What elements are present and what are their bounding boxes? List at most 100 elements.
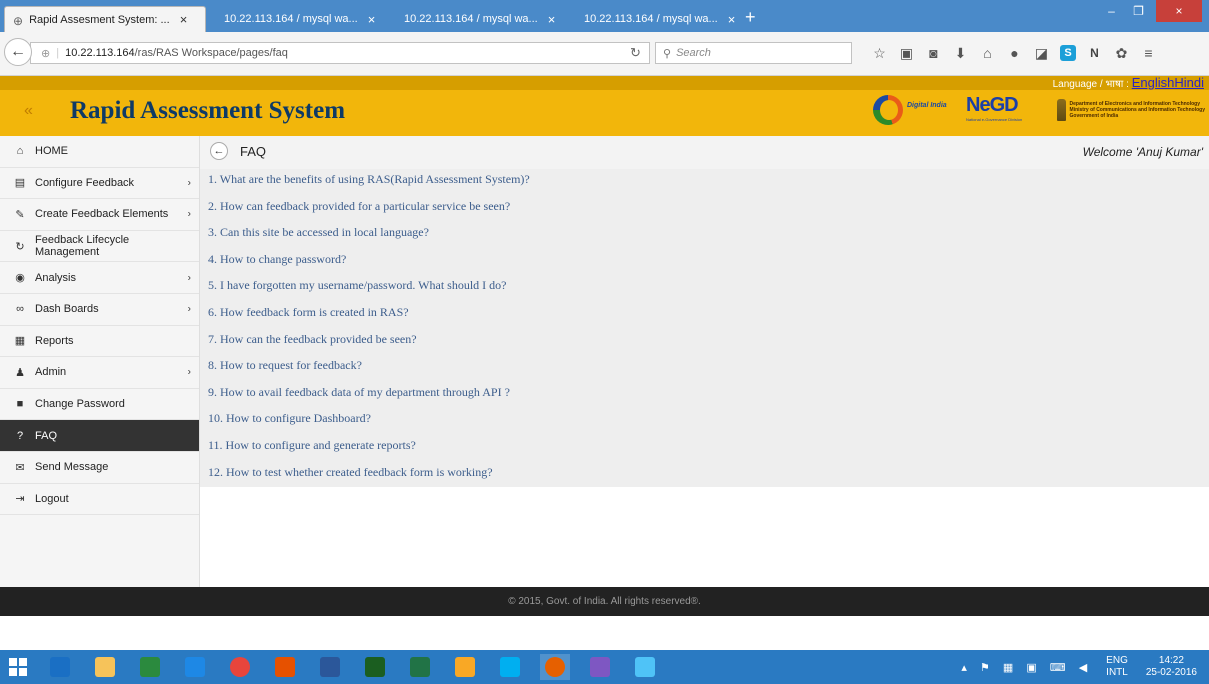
app-icon-2[interactable]: [360, 654, 390, 680]
close-tab-icon[interactable]: ×: [368, 12, 376, 27]
binoculars-icon: ∞: [16, 303, 24, 316]
app-icon[interactable]: [180, 654, 210, 680]
sidebar-item-logout[interactable]: ⇥ Logout: [0, 484, 199, 516]
faq-link[interactable]: 5. I have forgotten my username/password…: [208, 278, 507, 293]
firefox-icon[interactable]: [540, 654, 570, 680]
paint-icon[interactable]: [585, 654, 615, 680]
sidebar-item-label: Analysis: [35, 271, 76, 284]
faq-link[interactable]: 11. How to configure and generate report…: [208, 438, 416, 453]
excel-icon[interactable]: [405, 654, 435, 680]
sidebar-item-configure-feedback[interactable]: ▤ Configure Feedback ›: [0, 168, 199, 200]
browser-tab-mysql-1[interactable]: 10.22.113.164 / mysql wa... ×: [210, 6, 382, 32]
screenshot-icon[interactable]: ◪: [1028, 45, 1055, 61]
collapse-sidebar-icon[interactable]: «: [24, 102, 33, 120]
envelope-icon: ✉: [15, 461, 25, 474]
windows-taskbar: ▴ ⚑ ▦ ▣ ⌨ ◀ ENG INTL 14:22 25-02-2016: [0, 650, 1209, 684]
clock[interactable]: 14:22 25-02-2016: [1146, 655, 1197, 679]
faq-link[interactable]: 8. How to request for feedback?: [208, 358, 362, 373]
back-button[interactable]: ←: [4, 38, 32, 66]
chevron-right-icon: ›: [187, 208, 191, 220]
skype-icon[interactable]: [495, 654, 525, 680]
faq-link[interactable]: 4. How to change password?: [208, 252, 346, 267]
extension-icon[interactable]: ✿: [1108, 45, 1135, 61]
input-language[interactable]: ENG INTL: [1106, 655, 1128, 679]
faq-link[interactable]: 1. What are the benefits of using RAS(Ra…: [208, 172, 530, 187]
faq-link[interactable]: 2. How can feedback provided for a parti…: [208, 199, 510, 214]
bookmark-star-icon[interactable]: ☆: [866, 45, 893, 61]
sidebar-item-dash-boards[interactable]: ∞ Dash Boards ›: [0, 294, 199, 326]
sidebar-item-label: Admin: [35, 366, 67, 379]
browser-tab-mysql-2[interactable]: 10.22.113.164 / mysql wa... ×: [390, 6, 562, 32]
app-title: Rapid Assessment System: [70, 97, 346, 124]
sidebar-item-label: Reports: [35, 334, 74, 347]
word-icon[interactable]: [315, 654, 345, 680]
tray-icons[interactable]: ▴ ⚑ ▦ ▣ ⌨ ◀: [961, 661, 1092, 674]
faq-link[interactable]: 10. How to configure Dashboard?: [208, 411, 371, 426]
tab-title: Rapid Assesment System: ...: [29, 13, 170, 26]
apps-icon[interactable]: [450, 654, 480, 680]
language-links[interactable]: EnglishHindi: [1132, 75, 1204, 90]
digital-india-logo: Digital India: [873, 93, 948, 127]
download-icon[interactable]: ⬇: [947, 45, 974, 61]
sidebar-item-reports[interactable]: ▦ Reports: [0, 326, 199, 358]
minimize-button[interactable]: –: [1098, 0, 1125, 22]
sidebar-item-label: HOME: [35, 145, 68, 158]
chevron-right-icon: ›: [187, 366, 191, 378]
sidebar-item-faq[interactable]: ? FAQ: [0, 420, 199, 452]
sidebar-item-analysis[interactable]: ◉ Analysis ›: [0, 262, 199, 294]
page-header: ← FAQ Welcome 'Anuj Kumar': [200, 136, 1209, 169]
report-icon: ▦: [14, 335, 26, 348]
file-explorer-icon[interactable]: [90, 654, 120, 680]
faq-link[interactable]: 6. How feedback form is created in RAS?: [208, 305, 409, 320]
clock-date: 25-02-2016: [1145, 667, 1197, 678]
sidebar-item-admin[interactable]: ♟ Admin ›: [0, 357, 199, 389]
sidebar-item-home[interactable]: ⌂ HOME: [0, 136, 199, 168]
sidebar: ⌂ HOME ▤ Configure Feedback › ✎ Create Feedbac…: [0, 136, 200, 587]
faq-link[interactable]: 12. How to test whether created feedback…: [208, 465, 493, 480]
clock-time: 14:22: [1158, 655, 1184, 666]
language-label: Language / भाषा :: [1052, 79, 1129, 90]
language-bar: Language / भाषा : EnglishHindi: [0, 76, 1209, 90]
menu-icon[interactable]: ≡: [1135, 45, 1162, 61]
sidebar-item-label: Create Feedback Elements: [35, 208, 169, 221]
file-icon: ▤: [14, 177, 26, 190]
negd-subtitle: National e-Governance Division: [966, 117, 1023, 122]
url-bar[interactable]: ⊕ | 10.22.113.164 /ras/RAS Workspace/pag…: [30, 42, 650, 64]
sidebar-item-create-feedback-elements[interactable]: ✎ Create Feedback Elements ›: [0, 199, 199, 231]
sidebar-item-label: Change Password: [35, 398, 125, 411]
copyright-text: © 2015, Govt. of India. All rights reser…: [508, 596, 701, 607]
app-icon-3[interactable]: [630, 654, 660, 680]
close-tab-icon[interactable]: ×: [728, 12, 736, 27]
site-info-icon[interactable]: ⊕: [41, 47, 50, 60]
browser-tab-mysql-3[interactable]: 10.22.113.164 / mysql wa... ×: [570, 6, 736, 32]
store-icon[interactable]: [135, 654, 165, 680]
back-arrow-icon: ←: [213, 145, 225, 157]
reload-icon[interactable]: ↻: [630, 45, 641, 61]
close-window-button[interactable]: ×: [1156, 0, 1202, 22]
ie-icon[interactable]: [45, 654, 75, 680]
onenote-icon[interactable]: N: [1081, 45, 1108, 61]
faq-link[interactable]: 3. Can this site be accessed in local la…: [208, 225, 429, 240]
sidebar-item-change-password[interactable]: ■ Change Password: [0, 389, 199, 421]
pocket-icon[interactable]: ◙: [920, 45, 947, 61]
office-icon[interactable]: [270, 654, 300, 680]
faq-link[interactable]: 9. How to avail feedback data of my depa…: [208, 385, 510, 400]
browser-tab-ras[interactable]: ⊕ Rapid Assesment System: ... ×: [4, 6, 206, 32]
faq-list: 1. What are the benefits of using RAS(Ra…: [200, 169, 1209, 487]
close-tab-icon[interactable]: ×: [180, 12, 188, 27]
bookmarks-list-icon[interactable]: ▣: [893, 45, 920, 61]
skype-icon[interactable]: S: [1060, 45, 1076, 61]
close-tab-icon[interactable]: ×: [548, 12, 556, 27]
chrome-icon[interactable]: [225, 654, 255, 680]
faq-link[interactable]: 7. How can the feedback provided be seen…: [208, 332, 417, 347]
chat-icon[interactable]: ●: [1001, 45, 1028, 61]
search-input[interactable]: ⚲ Search: [655, 42, 852, 64]
windows-start-icon[interactable]: [9, 658, 27, 676]
sidebar-item-feedback-lifecycle-management[interactable]: ↻ Feedback Lifecycle Management: [0, 231, 199, 263]
back-arrow-button[interactable]: ←: [210, 142, 228, 160]
globe-icon: ◉: [15, 272, 25, 285]
maximize-button[interactable]: ❐: [1125, 0, 1152, 22]
new-tab-button[interactable]: +: [745, 8, 756, 26]
home-icon[interactable]: ⌂: [974, 45, 1001, 61]
sidebar-item-send-message[interactable]: ✉ Send Message: [0, 452, 199, 484]
